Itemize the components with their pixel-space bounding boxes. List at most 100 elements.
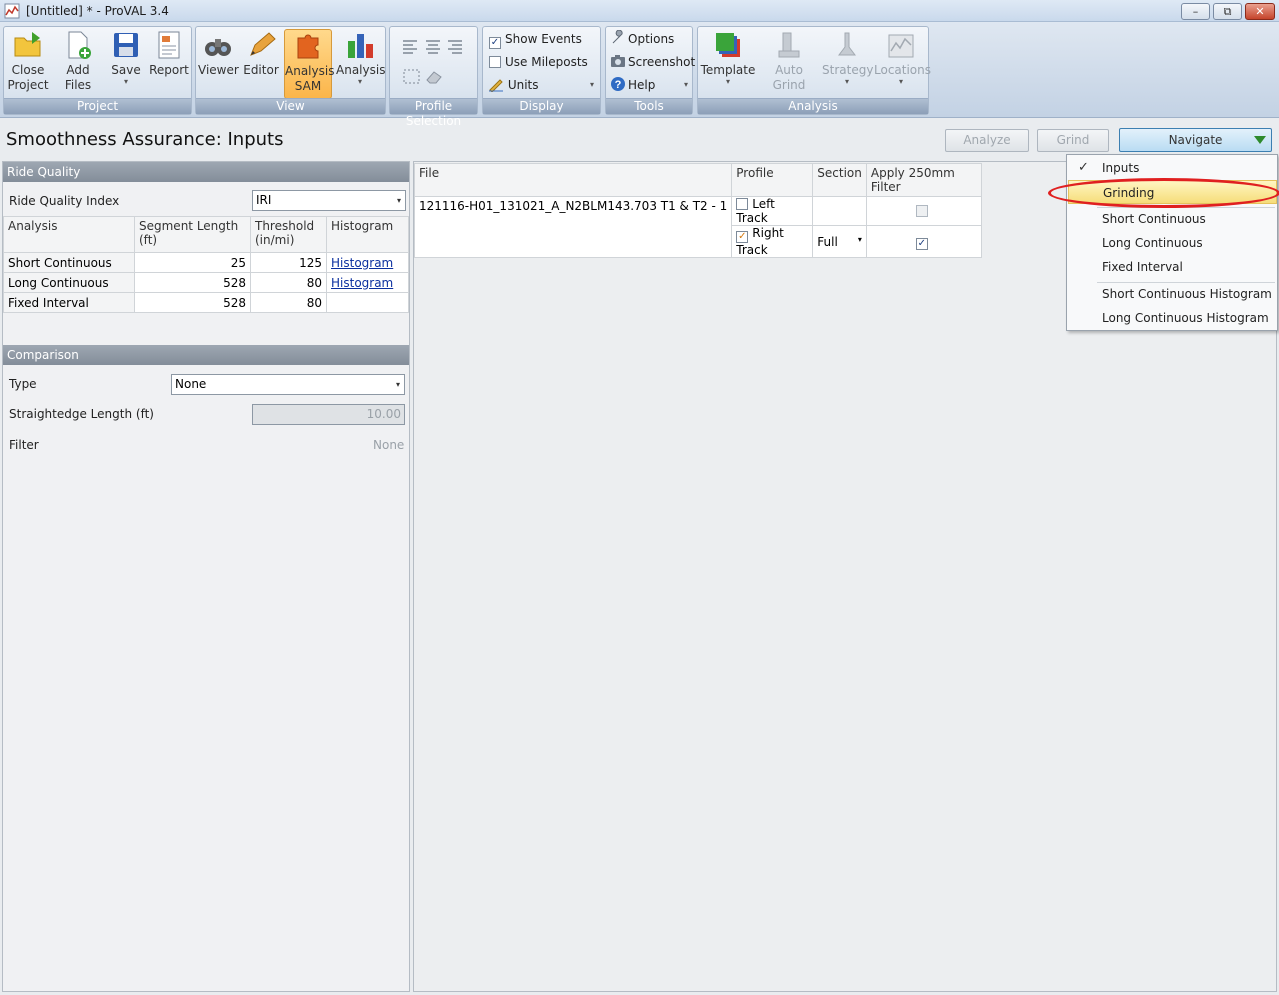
checkbox-checked-icon[interactable]: ✓: [736, 231, 749, 243]
locations-chart-icon: [885, 29, 917, 61]
units-button[interactable]: Units ▾: [488, 76, 596, 94]
segment-length-cell[interactable]: 25: [134, 252, 251, 273]
align-center-icon[interactable]: [424, 39, 442, 58]
table-row: 121116-H01_131021_A_N2BLM143.703 T1 & T2…: [413, 196, 982, 258]
apply-filter-cell[interactable]: ✓: [865, 225, 982, 258]
editor-button[interactable]: Editor: [241, 29, 281, 78]
segment-length-cell[interactable]: 528: [134, 272, 251, 293]
menu-item-inputs[interactable]: ✓ Inputs: [1068, 156, 1277, 180]
comparison-type-label: Type: [9, 377, 37, 391]
column-header-analysis: Analysis: [3, 216, 135, 253]
ribbon-group-label: Display: [483, 98, 600, 114]
navigate-dropdown[interactable]: Navigate: [1119, 128, 1272, 152]
strategy-dropdown-icon: ▾: [844, 77, 849, 86]
threshold-cell[interactable]: 80: [250, 292, 327, 313]
menu-item-short-continuous[interactable]: Short Continuous: [1068, 207, 1277, 231]
report-button[interactable]: Report: [148, 29, 190, 78]
column-header-apply-filter: Apply 250mm Filter: [865, 163, 982, 197]
file-name-cell[interactable]: 121116-H01_131021_A_N2BLM143.703 T1 & T2…: [413, 196, 733, 258]
svg-text:?: ?: [615, 79, 622, 91]
select-rectangle-icon[interactable]: [403, 69, 421, 88]
add-files-button[interactable]: Add Files: [52, 29, 104, 93]
segment-length-cell[interactable]: 528: [134, 292, 251, 313]
viewer-button[interactable]: Viewer: [198, 29, 239, 78]
filter-value: None: [373, 438, 405, 452]
ribbon: Close Project Add Files Save ▾ Report Pr…: [0, 22, 1279, 128]
align-right-icon[interactable]: [446, 39, 464, 58]
chevron-down-icon: ▾: [396, 196, 401, 205]
table-row: Long Continuous 528 80 Histogram: [3, 272, 409, 293]
chevron-down-icon: ▾: [395, 380, 400, 389]
minimize-button[interactable]: –: [1181, 3, 1210, 20]
folder-icon: [12, 29, 44, 61]
pencil-icon: [245, 29, 277, 61]
analysis-button[interactable]: Analysis ▾: [336, 29, 385, 86]
ribbon-group-analysis: Template ▾ Auto Grind Strategy ▾ Locatio…: [697, 26, 931, 115]
locations-button[interactable]: Locations ▾: [874, 29, 931, 86]
analysis-sam-button[interactable]: Analysis SAM: [284, 29, 334, 99]
annotation-ellipse: [1048, 178, 1279, 208]
checkbox-checked-icon[interactable]: ✓: [915, 238, 928, 250]
ride-quality-index-label: Ride Quality Index: [9, 194, 120, 208]
close-project-button[interactable]: Close Project: [6, 29, 50, 93]
inputs-left-panel: Ride Quality Ride Quality Index IRI ▾ An…: [2, 161, 410, 992]
eraser-icon[interactable]: [425, 69, 443, 88]
options-button[interactable]: Options: [610, 29, 674, 51]
ribbon-group-label: Profile Selection: [390, 98, 477, 128]
show-events-checkbox[interactable]: ✓ Show Events: [489, 30, 582, 49]
template-dropdown-icon: ▾: [725, 77, 730, 86]
analyze-button[interactable]: Analyze: [945, 129, 1029, 152]
puzzle-icon: [292, 30, 324, 62]
ribbon-group-display: ✓ Show Events Use Mileposts Units ▾ Displ…: [482, 26, 601, 115]
ribbon-group-tools: Options Screenshot ? Help ▾ Tools: [605, 26, 695, 115]
wrench-icon: [610, 29, 628, 51]
straightedge-length-input[interactable]: 10.00: [252, 404, 405, 425]
ribbon-group-label: Project: [4, 98, 191, 114]
column-header-segment-length: Segment Length (ft): [134, 216, 251, 253]
grind-button[interactable]: Grind: [1037, 129, 1109, 152]
threshold-cell[interactable]: 125: [250, 252, 327, 273]
checkmark-icon: ✓: [1078, 160, 1089, 175]
analysis-name-cell: Short Continuous: [3, 252, 135, 273]
histogram-link[interactable]: Histogram: [331, 276, 393, 290]
profile-cell[interactable]: ✓ Right Track: [731, 225, 814, 258]
menu-item-fixed-interval[interactable]: Fixed Interval: [1068, 255, 1277, 279]
screenshot-button[interactable]: Screenshot: [610, 53, 695, 71]
column-header-section: Section: [812, 163, 867, 197]
column-header-file: File: [413, 163, 733, 197]
auto-grind-button[interactable]: Auto Grind: [758, 29, 820, 93]
report-icon: [153, 29, 185, 61]
menu-item-long-continuous-histogram[interactable]: Long Continuous Histogram: [1068, 306, 1277, 330]
template-button[interactable]: Template ▾: [700, 29, 756, 86]
menu-item-long-continuous[interactable]: Long Continuous: [1068, 231, 1277, 255]
checkbox-unchecked-icon[interactable]: [736, 198, 749, 210]
column-header-profile: Profile: [731, 163, 814, 197]
restore-button[interactable]: ⧉: [1213, 3, 1242, 20]
analysis-name-cell: Fixed Interval: [3, 292, 135, 313]
histogram-link[interactable]: Histogram: [331, 256, 393, 270]
help-button[interactable]: ? Help ▾: [610, 76, 690, 94]
threshold-cell[interactable]: 80: [250, 272, 327, 293]
strategy-button[interactable]: Strategy ▾: [822, 29, 873, 86]
use-mileposts-checkbox[interactable]: Use Mileposts: [489, 53, 588, 71]
section-select[interactable]: Full ▾: [812, 225, 867, 258]
menu-item-short-continuous-histogram[interactable]: Short Continuous Histogram: [1068, 282, 1277, 306]
binoculars-icon: [202, 29, 234, 61]
align-left-icon[interactable]: [402, 39, 420, 58]
camera-icon: [610, 53, 628, 74]
ride-quality-table: Analysis Segment Length (ft) Threshold (…: [3, 216, 409, 313]
ride-quality-index-select[interactable]: IRI ▾: [252, 190, 406, 211]
ribbon-group-profile-selection: Profile Selection: [389, 26, 478, 128]
checkbox-unchecked-icon: [489, 56, 501, 68]
table-row: Fixed Interval 528 80: [3, 292, 409, 313]
ribbon-group-project: Close Project Add Files Save ▾ Report Pr…: [3, 26, 192, 115]
chevron-down-icon: ▾: [857, 234, 862, 244]
save-button[interactable]: Save ▾: [108, 29, 144, 86]
checkbox-unchecked-icon[interactable]: [915, 205, 928, 217]
files-table: File Profile Section Apply 250mm Filter …: [413, 163, 982, 258]
ribbon-group-label: Tools: [606, 98, 692, 114]
comparison-type-select[interactable]: None ▾: [171, 374, 405, 395]
profile-cell[interactable]: Left Track: [731, 196, 814, 226]
apply-filter-cell[interactable]: [865, 196, 982, 226]
close-window-button[interactable]: ✕: [1245, 3, 1275, 20]
